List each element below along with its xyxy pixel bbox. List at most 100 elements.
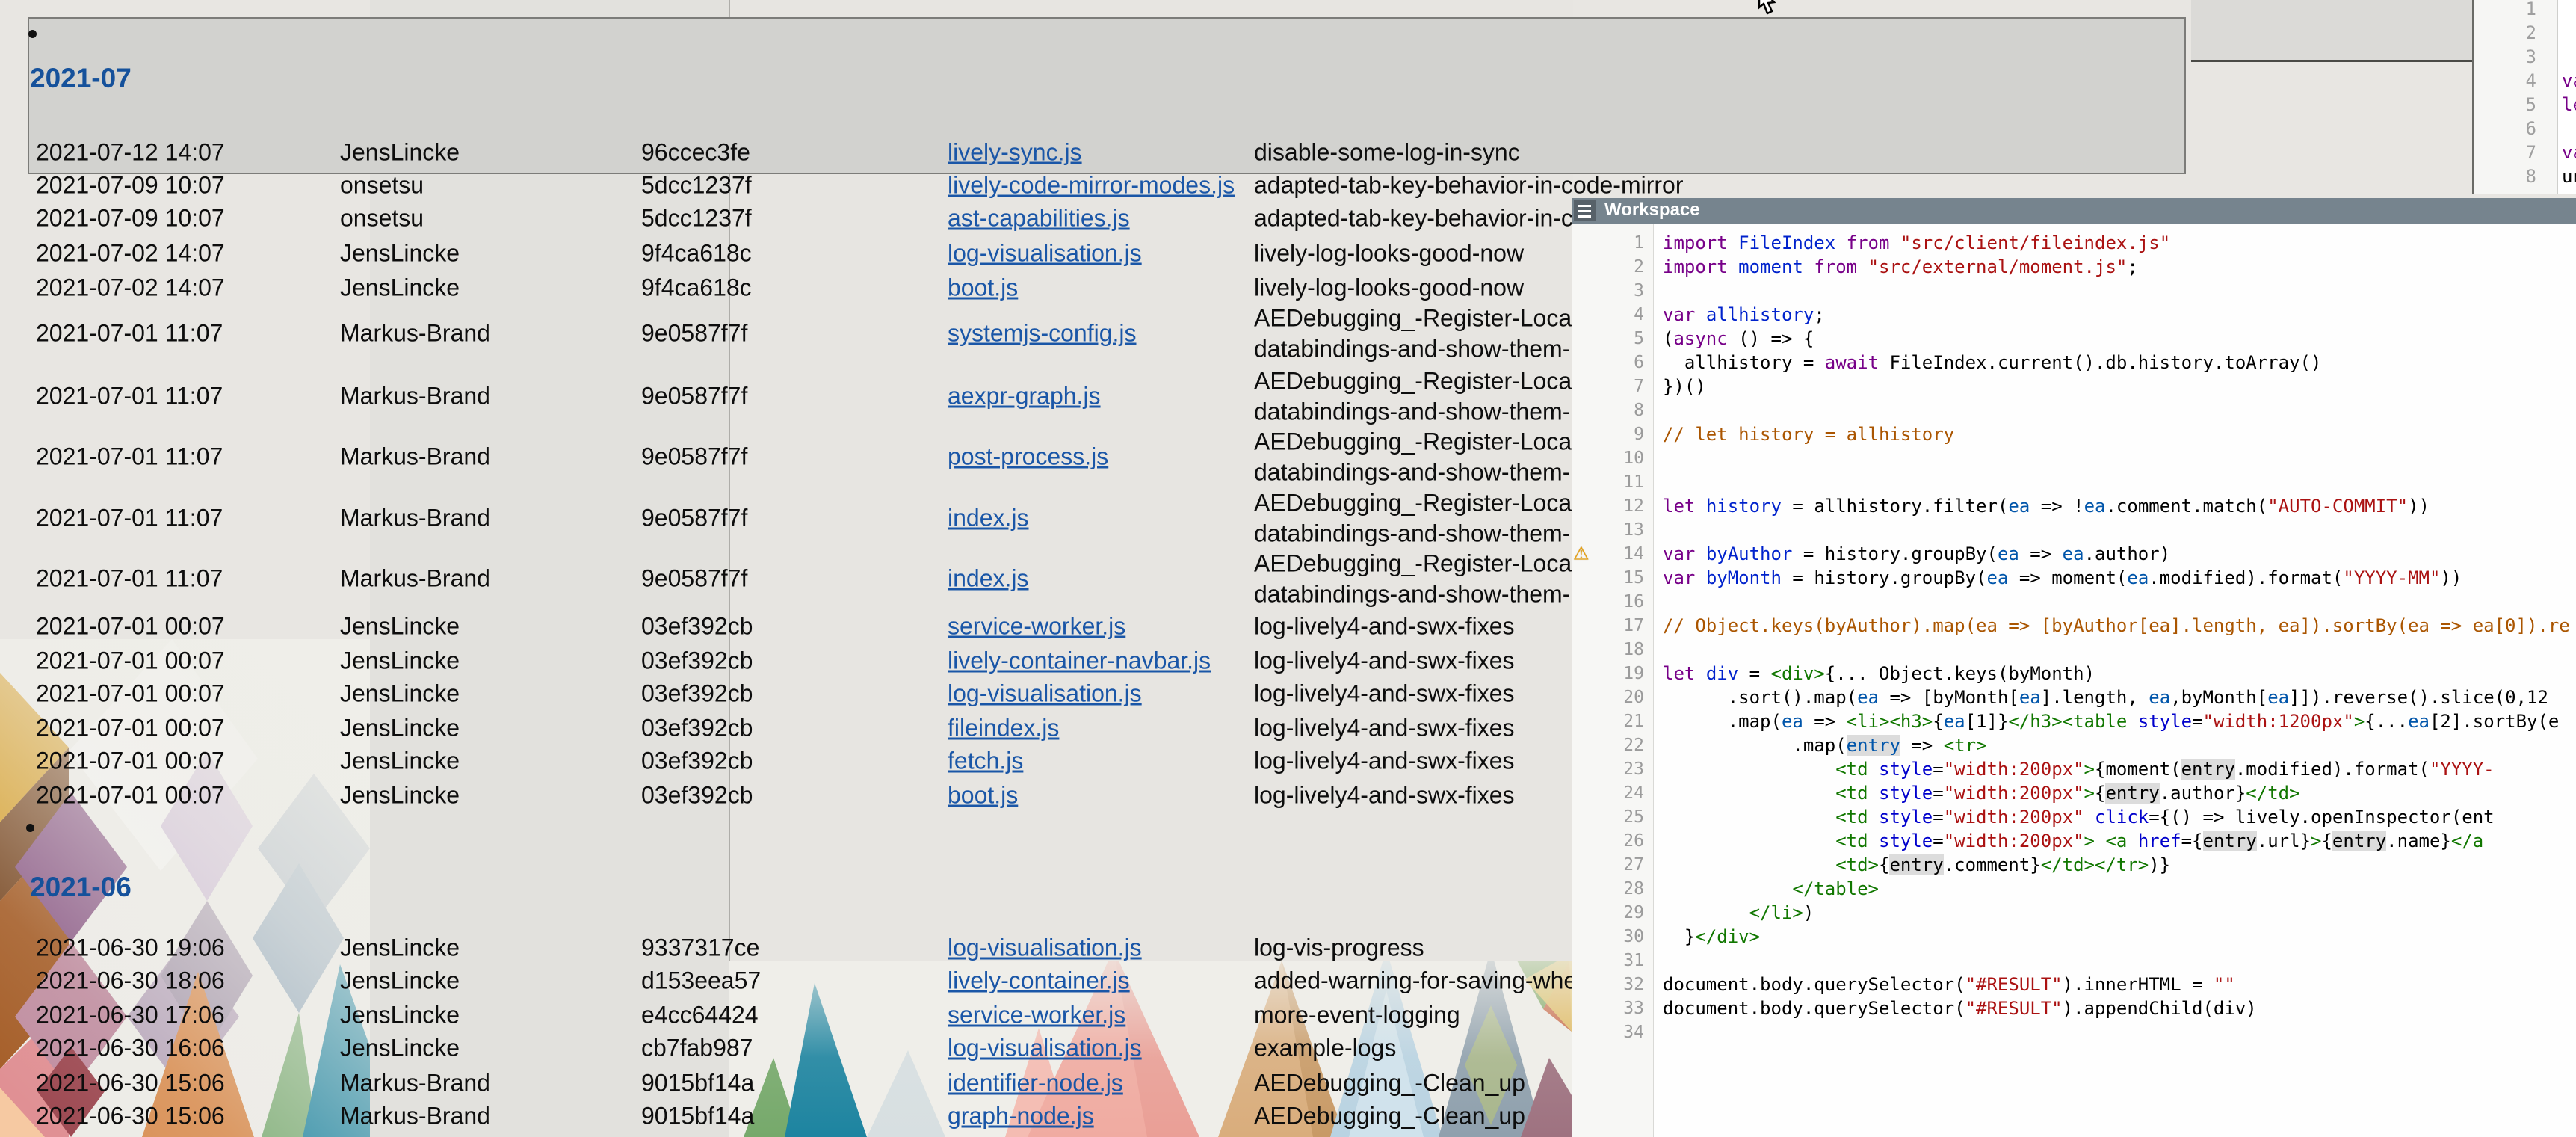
commit-message: AEDebugging_-Register-Local xyxy=(1254,490,1577,517)
code-line: var allhistory; xyxy=(1663,304,1825,325)
code-text: ).innerHTML = xyxy=(2063,974,2214,995)
commit-file-link[interactable]: service-worker.js xyxy=(948,613,1125,641)
commit-date: 2021-07-01 11:07 xyxy=(36,383,223,410)
commit-file-link[interactable]: log-visualisation.js xyxy=(948,1035,1142,1062)
code-token-h: entry xyxy=(1889,854,1943,875)
code-text xyxy=(1663,878,1792,899)
code-text: ) xyxy=(1803,902,1814,923)
line-number: 25 xyxy=(1623,807,1644,827)
line-number: 26 xyxy=(1623,831,1644,851)
commit-date: 2021-07-09 10:07 xyxy=(36,205,225,232)
code-content[interactable]: import FileIndex from "src/client/filein… xyxy=(1663,224,2576,1137)
code-token-p: ea xyxy=(2063,543,2084,564)
month-header-2021-07: 2021-07 xyxy=(30,63,132,94)
workspace-window[interactable]: Workspace 1234567891011121314⚠1516171819… xyxy=(1572,198,2576,1137)
commit-file-link[interactable]: index.js xyxy=(948,505,1029,532)
line-number: 8 xyxy=(1634,401,1644,420)
commit-date: 2021-07-02 14:07 xyxy=(36,240,225,268)
commit-hash: 03ef392cb xyxy=(641,748,753,775)
commit-file-link[interactable]: lively-sync.js xyxy=(948,139,1082,167)
code-text xyxy=(1663,759,1835,780)
code-text xyxy=(1835,232,1846,253)
commit-date: 2021-06-30 15:06 xyxy=(36,1070,225,1097)
commit-file-link[interactable]: log-visualisation.js xyxy=(948,240,1142,268)
commit-date: 2021-07-01 11:07 xyxy=(36,443,223,471)
code-text: {... xyxy=(2365,711,2408,732)
code-token-s: "width:200px" xyxy=(1944,783,2084,804)
warning-icon[interactable]: ⚠ xyxy=(1573,543,1590,565)
line-number: 23 xyxy=(1623,759,1644,779)
code-token-k: import xyxy=(1663,232,1728,253)
code-token-a: style xyxy=(1879,759,1933,780)
window-titlebar[interactable]: Workspace xyxy=(1572,198,2576,224)
commit-hash: 9e0587f7f xyxy=(641,383,747,410)
code-text: = xyxy=(1933,759,1943,780)
code-fragment: va xyxy=(2562,70,2576,91)
commit-date: 2021-07-01 00:07 xyxy=(36,647,225,675)
line-number: 20 xyxy=(1623,688,1644,707)
code-text: )) xyxy=(2440,567,2462,588)
commit-file-link[interactable]: log-visualisation.js xyxy=(948,680,1142,708)
commit-hash: 9015bf14a xyxy=(641,1070,754,1097)
commit-author: Markus-Brand xyxy=(340,1103,490,1130)
commit-message: log-vis-progress xyxy=(1254,934,1424,962)
commit-file-link[interactable]: lively-container.js xyxy=(948,967,1130,995)
commit-file-link[interactable]: boot.js xyxy=(948,274,1018,302)
line-number: 16 xyxy=(1623,592,1644,611)
code-text: => xyxy=(1803,711,1847,732)
code-text: = history.groupBy( xyxy=(1792,543,1998,564)
commit-file-link[interactable]: fileindex.js xyxy=(948,715,1059,742)
code-fragment: le xyxy=(2562,94,2576,115)
commit-hash: e4cc64424 xyxy=(641,1002,759,1029)
commit-file-link[interactable]: service-worker.js xyxy=(948,1002,1125,1029)
code-token-d: moment xyxy=(1738,256,1803,277)
code-text: => [byMonth[ xyxy=(1879,687,2019,708)
commit-message: AEDebugging_-Clean_up xyxy=(1254,1070,1525,1097)
commit-file-link[interactable]: index.js xyxy=(948,565,1029,593)
code-text xyxy=(1695,567,1705,588)
code-token-ph: entry xyxy=(1847,735,1900,756)
code-token-p: ea xyxy=(2408,711,2430,732)
code-text: ; xyxy=(2127,256,2137,277)
line-number: 15 xyxy=(1623,568,1644,588)
code-text xyxy=(1803,256,1814,277)
code-token-t: </li> xyxy=(1749,902,1803,923)
code-text xyxy=(1889,232,1900,253)
code-token-c: // let history = allhistory xyxy=(1663,424,1954,445)
commit-file-link[interactable]: post-process.js xyxy=(948,443,1108,471)
code-text xyxy=(1663,854,1835,875)
commit-file-link[interactable]: identifier-node.js xyxy=(948,1070,1123,1097)
code-token-p: ea xyxy=(2267,687,2289,708)
code-text: = xyxy=(1933,807,1943,828)
code-text: .url} xyxy=(2257,831,2311,851)
commit-date: 2021-07-01 11:07 xyxy=(36,320,223,348)
commit-author: JensLincke xyxy=(340,967,460,995)
code-token-s: "" xyxy=(2214,974,2235,995)
window-menu-icon[interactable] xyxy=(1574,200,1596,221)
line-number: 29 xyxy=(1623,903,1644,922)
code-token-k: let xyxy=(1663,496,1695,517)
code-text: .map( xyxy=(1663,735,1847,756)
line-number: 4 xyxy=(1634,305,1644,324)
code-token-k: async xyxy=(1673,328,1727,349)
commit-file-link[interactable]: aexpr-graph.js xyxy=(948,383,1101,410)
code-editor[interactable]: 1234567891011121314⚠15161718192021222324… xyxy=(1572,224,2576,1137)
background-code-editor[interactable]: 12345678 valevaun xyxy=(2472,0,2576,194)
commit-file-link[interactable]: boot.js xyxy=(948,782,1018,810)
commit-file-link[interactable]: log-visualisation.js xyxy=(948,934,1142,962)
commit-author: Markus-Brand xyxy=(340,1070,490,1097)
code-token-k: import xyxy=(1663,256,1728,277)
code-text xyxy=(1857,256,1868,277)
commit-file-link[interactable]: lively-container-navbar.js xyxy=(948,647,1211,675)
commit-hash: 9e0587f7f xyxy=(641,565,747,593)
commit-file-link[interactable]: lively-code-mirror-modes.js xyxy=(948,172,1235,200)
commit-date: 2021-07-01 00:07 xyxy=(36,715,225,742)
commit-file-link[interactable]: ast-capabilities.js xyxy=(948,205,1130,232)
code-token-h: entry xyxy=(2181,759,2235,780)
commit-file-link[interactable]: graph-node.js xyxy=(948,1103,1094,1130)
commit-file-link[interactable]: fetch.js xyxy=(948,748,1023,775)
code-token-p: ea xyxy=(1782,711,1803,732)
code-line: var byAuthor = history.groupBy(ea => ea.… xyxy=(1663,543,2170,564)
commit-file-link[interactable]: systemjs-config.js xyxy=(948,320,1137,348)
commit-hash: 5dcc1237f xyxy=(641,172,752,200)
